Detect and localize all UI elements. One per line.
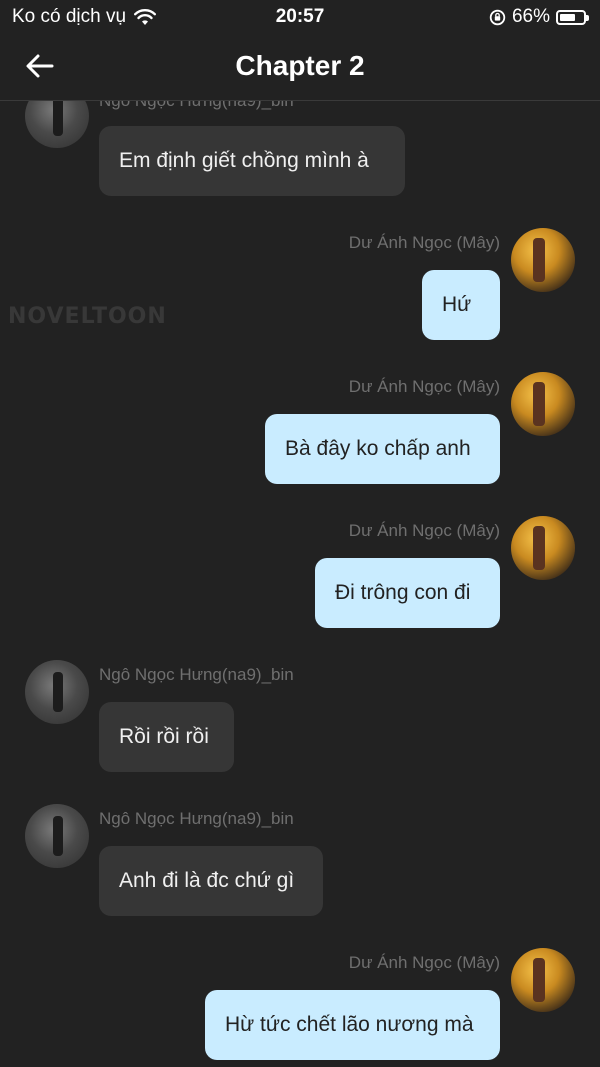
watermark: NOVELTOON [8, 304, 167, 329]
orientation-lock-icon [489, 9, 506, 25]
message-bubble[interactable]: Anh đi là đc chứ gì [99, 846, 323, 916]
message-bubble[interactable]: Hứ [422, 270, 500, 340]
avatar[interactable] [25, 804, 89, 868]
battery-icon [556, 9, 589, 25]
sender-name: Dư Ánh Ngọc (Mây) [348, 233, 500, 252]
sender-name: Ngô Ngọc Hưng(na9)_bin [99, 665, 294, 684]
avatar[interactable] [511, 948, 575, 1012]
message-bubble[interactable]: Rồi rồi rồi [99, 702, 234, 772]
message-bubble[interactable]: Hừ tức chết lão nương mà [205, 990, 500, 1060]
sender-name: Dư Ánh Ngọc (Mây) [348, 521, 500, 540]
message-bubble[interactable]: Em định giết chồng mình à [99, 126, 405, 196]
message-bubble[interactable]: Đi trông con đi [315, 558, 500, 628]
sender-name: Dư Ánh Ngọc (Mây) [348, 953, 500, 972]
battery-percent: 66% [511, 6, 550, 27]
sender-name: Ngô Ngọc Hưng(na9)_bin [99, 809, 294, 828]
avatar[interactable] [511, 516, 575, 580]
avatar[interactable] [511, 372, 575, 436]
page-title: Chapter 2 [235, 50, 365, 81]
avatar[interactable] [25, 660, 89, 724]
message-bubble[interactable]: Bà đây ko chấp anh [265, 414, 500, 484]
avatar[interactable] [511, 228, 575, 292]
sender-name: Dư Ánh Ngọc (Mây) [348, 377, 500, 396]
nav-bar: Chapter 2 [0, 34, 600, 101]
status-bar: Ko có dịch vụ 20:57 66% [0, 0, 600, 34]
